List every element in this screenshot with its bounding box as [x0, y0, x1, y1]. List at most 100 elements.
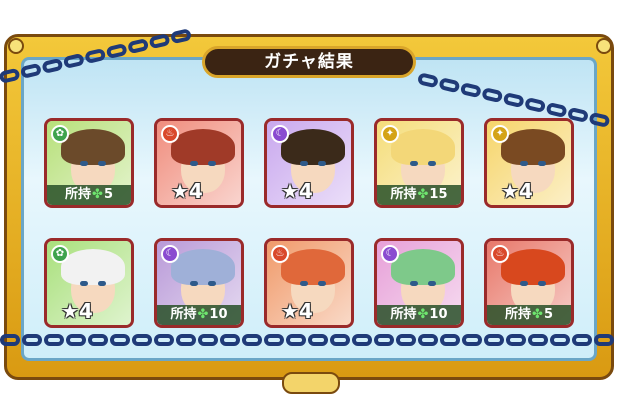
owned-label: 所持: [505, 307, 532, 322]
chain-link: [242, 334, 262, 346]
dark-element-icon: ☾: [381, 245, 399, 263]
chain-link: [396, 334, 416, 346]
result-card[interactable]: ☾ 所持✤10: [154, 238, 244, 328]
character-eye: [318, 281, 326, 286]
wood-element-icon: ✿: [51, 245, 69, 263]
chain-link: [374, 334, 394, 346]
character-eye: [428, 161, 436, 166]
character-eye: [300, 281, 308, 286]
owned-count-badge: 所持✤10: [157, 305, 241, 325]
fire-element-icon: ♨: [271, 245, 289, 263]
chain-link: [0, 67, 21, 84]
character-eye: [520, 161, 528, 166]
chain-link: [506, 334, 526, 346]
character-eye: [80, 161, 88, 166]
chain-link: [330, 334, 350, 346]
bolt-top-right: [596, 38, 612, 54]
character-hair: [61, 129, 125, 165]
owned-label: 所持: [390, 307, 417, 322]
chain-link: [264, 334, 284, 346]
owned-label: 所持: [390, 187, 417, 202]
character-eye: [318, 161, 326, 166]
chain-link: [62, 52, 85, 70]
character-hair: [171, 249, 235, 285]
character-eye: [98, 281, 106, 286]
character-eye: [80, 281, 88, 286]
chain-link: [41, 57, 64, 74]
result-card[interactable]: ♨ ★4: [264, 238, 354, 328]
fire-element-icon: ♨: [491, 245, 509, 263]
character-eye: [428, 281, 436, 286]
owned-count-badge: 所持✤5: [47, 185, 131, 205]
owned-count: 10: [429, 307, 448, 322]
rarity-stars: ★4: [281, 299, 313, 323]
chain-link: [22, 334, 42, 346]
result-card[interactable]: ☾ ★4: [264, 118, 354, 208]
character-eye: [520, 281, 528, 286]
chain-link: [88, 334, 108, 346]
chain-link: [459, 82, 482, 99]
rarity-stars: ★4: [281, 179, 313, 203]
owned-count: 5: [103, 187, 113, 202]
result-card[interactable]: ♨ ★4: [154, 118, 244, 208]
chain-link: [127, 37, 150, 55]
owned-label: 所持: [170, 307, 197, 322]
character-eye: [190, 161, 198, 166]
chain-link: [0, 334, 20, 346]
character-hair: [391, 129, 455, 165]
chain-link: [308, 334, 328, 346]
result-card[interactable]: ✦ ★4: [484, 118, 574, 208]
chain-link: [220, 334, 240, 346]
rarity-stars: ★4: [501, 179, 533, 203]
character-eye: [190, 281, 198, 286]
chain-link: [352, 334, 372, 346]
character-hair: [281, 129, 345, 165]
rarity-stars: ★4: [61, 299, 93, 323]
owned-count: 15: [429, 187, 448, 202]
result-card[interactable]: ✿ ★4: [44, 238, 134, 328]
page-title: ガチャ結果: [202, 46, 416, 78]
clover-icon: ✤: [417, 187, 429, 202]
chain-link: [105, 42, 128, 60]
result-card[interactable]: ♨ 所持✤5: [484, 238, 574, 328]
chain-link: [528, 334, 548, 346]
character-eye: [98, 161, 106, 166]
chain-link: [524, 96, 547, 114]
light-element-icon: ✦: [491, 125, 509, 143]
clover-icon: ✤: [92, 187, 103, 202]
light-element-icon: ✦: [381, 125, 399, 143]
character-eye: [208, 281, 216, 286]
result-grid: ✿ 所持✤5 ♨ ★4 ☾ ★4 ✦ 所持✤15 ✦ ★4 ✿ ★4 ☾ 所持✤10 ♨ ★4 ☾ 所持✤10 ♨ 所…: [44, 118, 576, 332]
result-card[interactable]: ✦ 所持✤15: [374, 118, 464, 208]
dark-element-icon: ☾: [271, 125, 289, 143]
chain-link: [44, 334, 64, 346]
chain-link: [66, 334, 86, 346]
chain-link: [572, 334, 592, 346]
chain-link: [481, 87, 504, 104]
result-card[interactable]: ✿ 所持✤5: [44, 118, 134, 208]
fire-element-icon: ♨: [161, 125, 179, 143]
chain-link: [588, 111, 611, 128]
clover-icon: ✤: [197, 307, 209, 322]
chain-link: [440, 334, 460, 346]
character-eye: [208, 161, 216, 166]
bolt-top-left: [8, 38, 24, 54]
chain-link: [169, 28, 193, 45]
bottom-handle: [282, 372, 340, 394]
character-hair: [281, 249, 345, 285]
chain-link: [19, 62, 43, 79]
chain-link: [550, 334, 570, 346]
chain-link: [148, 33, 171, 50]
owned-count-badge: 所持✤10: [377, 305, 461, 325]
character-eye: [538, 161, 546, 166]
chain-link: [286, 334, 306, 346]
character-hair: [501, 129, 565, 165]
chain-link: [416, 72, 440, 89]
result-card[interactable]: ☾ 所持✤10: [374, 238, 464, 328]
owned-count-badge: 所持✤5: [487, 305, 571, 325]
owned-count: 10: [209, 307, 228, 322]
character-hair: [391, 249, 455, 285]
chain-link: [484, 334, 504, 346]
chain-link: [84, 47, 107, 65]
chain-link: [110, 334, 130, 346]
